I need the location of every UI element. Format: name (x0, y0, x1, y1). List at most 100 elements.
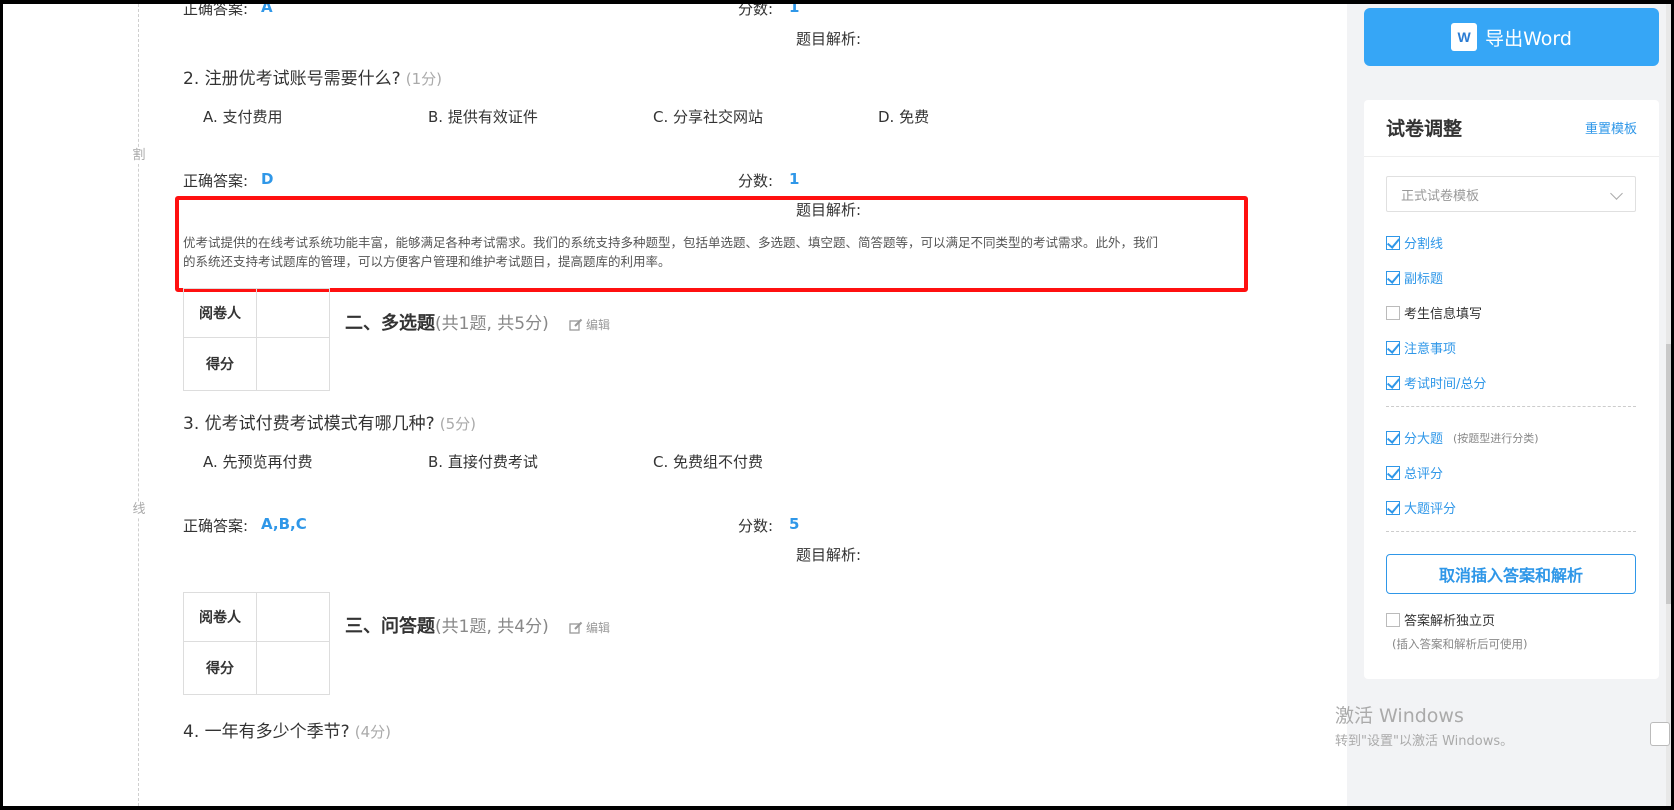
q3-header: 3. 优考试付费考试模式有哪几种? (5分) (183, 409, 476, 434)
option-label: 考生信息填写 (1404, 307, 1483, 322)
chevron-down-icon (1610, 187, 1623, 200)
option-standalone-page[interactable]: 答案解析独立页 (1386, 610, 1495, 629)
q2-option-b: B. 提供有效证件 (428, 108, 538, 126)
export-word-label: 导出Word (1485, 27, 1572, 50)
panel-title: 试卷调整 (1386, 118, 1463, 140)
q3-option-a: A. 先预览再付费 (203, 453, 313, 471)
score-label: 得分 (183, 641, 257, 695)
option-label: 总评分 (1404, 467, 1444, 482)
option-time-score[interactable]: 考试时间/总分 (1386, 373, 1486, 392)
grader-table-3: 阅卷人 得分 (183, 592, 330, 695)
q2-analysis-text: 优考试提供的在线考试系统功能丰富，能够满足各种考试需求。我们的系统支持多种题型，… (183, 235, 1159, 269)
section2-heading: 二、多选题(共1题, 共5分) (345, 309, 549, 335)
section2-title: 二、多选题 (345, 313, 435, 334)
option-total-score[interactable]: 总评分 (1386, 463, 1443, 482)
window: 割 线 正确答案: A 分数: 1 题目解析: 2. 注册优考试账号需要什么? … (3, 4, 1671, 806)
section3-heading: 三、问答题(共1题, 共4分) (345, 612, 549, 638)
q2-score-label: 分数: (738, 172, 774, 190)
q2-analysis-label: 题目解析: (796, 201, 862, 219)
checkbox-checked[interactable] (1386, 270, 1400, 285)
q2-score-value: 1 (789, 170, 800, 188)
score-label: 得分 (183, 337, 257, 391)
feedback-icon[interactable] (1650, 722, 1670, 746)
option-notes[interactable]: 注意事项 (1386, 338, 1456, 357)
q3-answer-label: 正确答案: (183, 517, 249, 535)
cut-char-1: 割 (131, 148, 147, 164)
export-word-button[interactable]: W 导出Word (1364, 8, 1659, 66)
checkbox-checked[interactable] (1386, 375, 1400, 390)
q1-score-label: 分数: (738, 4, 774, 18)
grader-cell (256, 592, 330, 642)
section3-edit-button[interactable]: 编辑 (569, 619, 610, 636)
q4-title: 4. 一年有多少个季节? (183, 722, 350, 742)
template-select-value: 正式试卷模板 (1401, 188, 1480, 204)
word-icon: W (1451, 23, 1478, 51)
option-section-score[interactable]: 大题评分 (1386, 498, 1456, 517)
checkbox-checked[interactable] (1386, 500, 1400, 515)
checkbox-unchecked[interactable] (1386, 612, 1400, 627)
standalone-note: (插入答案和解析后可使用) (1392, 637, 1528, 651)
option-label: 考试时间/总分 (1404, 377, 1487, 392)
cut-char-2: 线 (131, 502, 147, 518)
option-subtitle[interactable]: 副标题 (1386, 268, 1443, 287)
q4-header: 4. 一年有多少个季节? (4分) (183, 717, 391, 742)
option-label: 分割线 (1404, 237, 1444, 252)
section3-meta: (共1题, 共4分) (435, 617, 549, 637)
option-label: 大题评分 (1404, 502, 1457, 517)
q3-option-c: C. 免费组不付费 (653, 453, 764, 471)
q3-score-value: 5 (789, 515, 800, 533)
q3-score-label: 分数: (738, 517, 774, 535)
q3-answer-value: A,B,C (261, 515, 307, 533)
grader-label: 阅卷人 (183, 592, 257, 642)
checkbox-checked[interactable] (1386, 235, 1400, 250)
scrollbar-thumb[interactable] (1666, 344, 1671, 604)
reset-template-link[interactable]: 重置模板 (1585, 118, 1637, 137)
dashed-divider (1386, 531, 1636, 532)
dashed-divider (1386, 406, 1636, 407)
grader-cell (256, 288, 330, 338)
q2-answer-label: 正确答案: (183, 172, 249, 190)
q1-analysis-label: 题目解析: (796, 30, 862, 48)
section2-edit-button[interactable]: 编辑 (569, 316, 610, 333)
adjust-panel: 试卷调整 重置模板 正式试卷模板 分割线 副标题 考生信息填写 注意事项 考试时… (1364, 100, 1659, 679)
edit-icon (569, 318, 583, 331)
checkbox-checked[interactable] (1386, 430, 1400, 445)
q2-title: 2. 注册优考试账号需要什么? (183, 69, 401, 89)
option-hint: (按题型进行分类) (1453, 431, 1539, 445)
option-student-info[interactable]: 考生信息填写 (1386, 303, 1482, 322)
section3-edit-label: 编辑 (586, 621, 611, 635)
panel-divider (1364, 156, 1659, 157)
q1-answer-value: A (261, 4, 273, 16)
template-select[interactable]: 正式试卷模板 (1386, 176, 1636, 212)
q1-answer-label: 正确答案: (183, 4, 249, 18)
option-divider-line[interactable]: 分割线 (1386, 233, 1443, 252)
cancel-insert-answers-button[interactable]: 取消插入答案和解析 (1386, 554, 1636, 594)
checkbox-checked[interactable] (1386, 340, 1400, 355)
section2-meta: (共1题, 共5分) (435, 314, 549, 334)
q2-answer-value: D (261, 170, 274, 188)
edit-icon (569, 621, 583, 634)
q2-option-d: D. 免费 (878, 108, 930, 126)
checkbox-unchecked[interactable] (1386, 305, 1400, 320)
exam-preview: 割 线 正确答案: A 分数: 1 题目解析: 2. 注册优考试账号需要什么? … (3, 4, 1347, 806)
q2-header: 2. 注册优考试账号需要什么? (1分) (183, 64, 442, 89)
q3-analysis-label: 题目解析: (796, 546, 862, 564)
q2-option-a: A. 支付费用 (203, 108, 283, 126)
q3-title: 3. 优考试付费考试模式有哪几种? (183, 414, 435, 434)
q2-score: (1分) (405, 70, 442, 88)
q3-score: (5分) (439, 415, 476, 433)
option-label: 副标题 (1404, 272, 1444, 287)
q1-score-value: 1 (789, 4, 800, 16)
grader-table-2: 阅卷人 得分 (183, 288, 330, 391)
watermark-line2: 转到"设置"以激活 Windows。 (1335, 734, 1514, 749)
option-label: 分大题 (1404, 432, 1444, 447)
section3-title: 三、问答题 (345, 616, 435, 637)
score-cell (256, 641, 330, 695)
checkbox-checked[interactable] (1386, 465, 1400, 480)
option-label: 注意事项 (1404, 342, 1457, 357)
option-sections[interactable]: 分大题 (按题型进行分类) (1386, 428, 1539, 447)
option-label: 答案解析独立页 (1404, 614, 1496, 629)
cut-line (138, 4, 139, 806)
section2-edit-label: 编辑 (586, 318, 611, 332)
q3-option-b: B. 直接付费考试 (428, 453, 538, 471)
